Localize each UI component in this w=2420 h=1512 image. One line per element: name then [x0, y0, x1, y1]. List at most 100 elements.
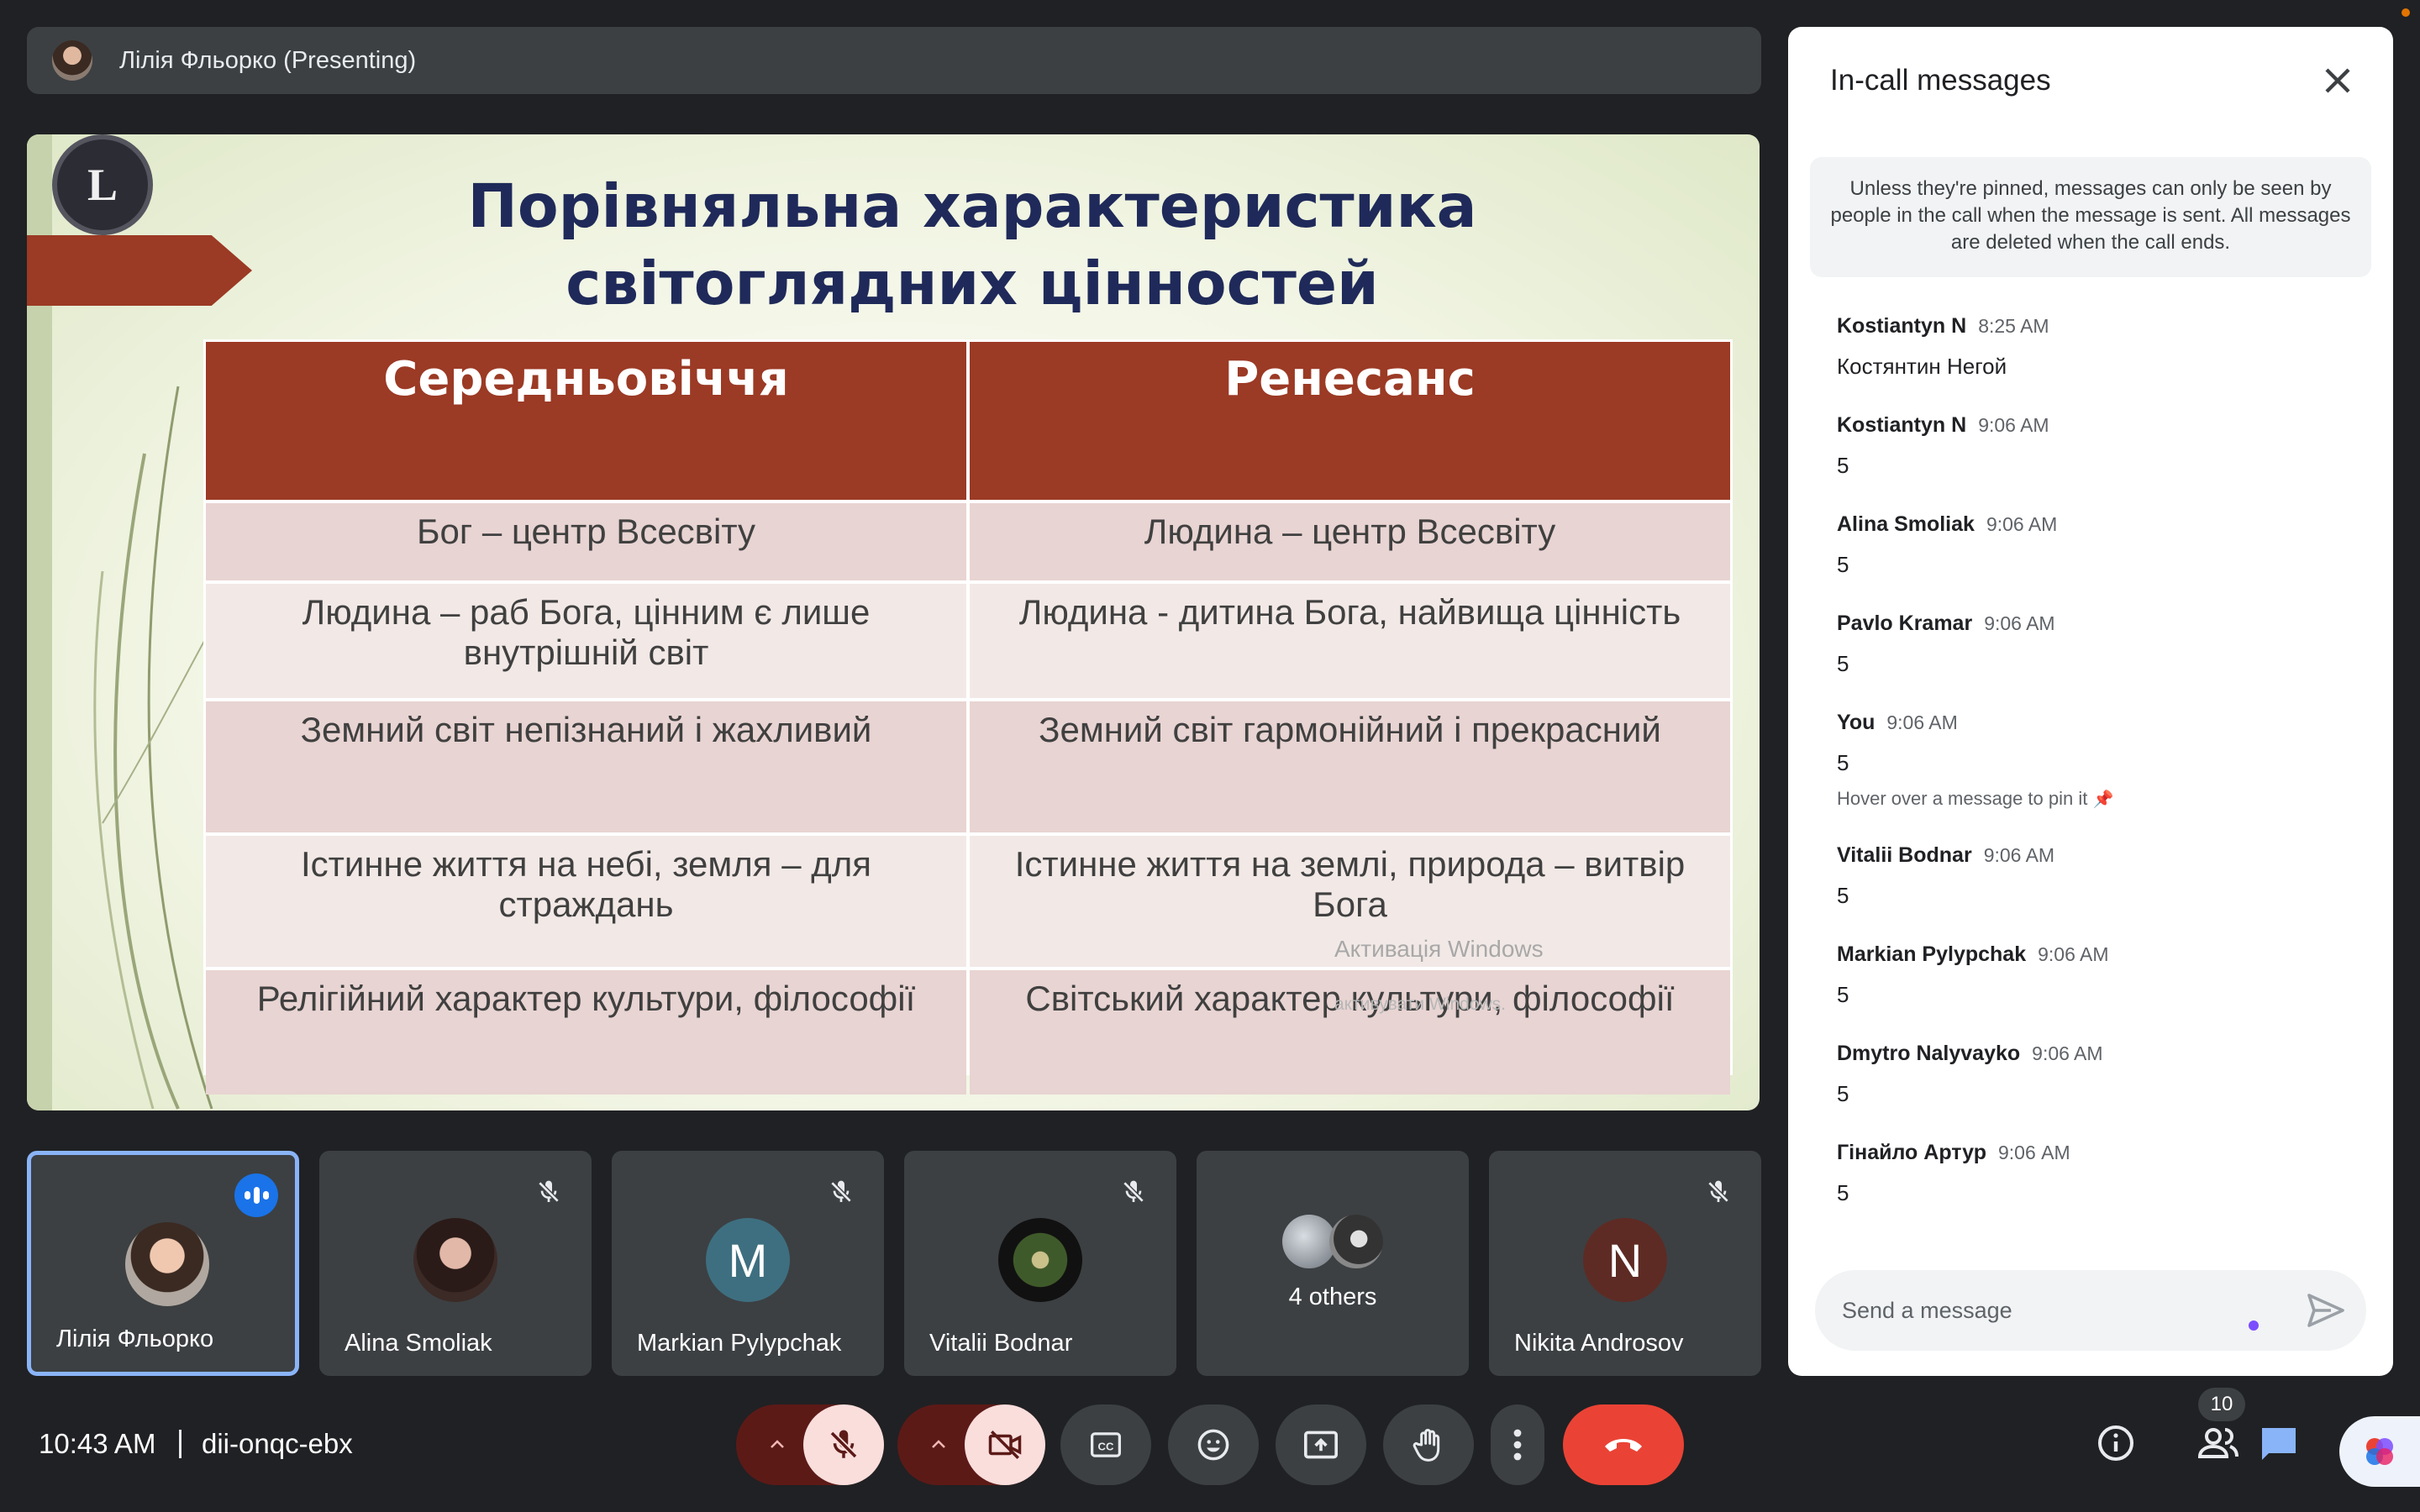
speaking-indicator-icon: [234, 1173, 278, 1217]
chat-message[interactable]: Alina Smoliak 9:06 AM 5: [1837, 512, 2057, 578]
mic-off-icon[interactable]: [803, 1404, 884, 1485]
message-time: 9:06 AM: [1983, 844, 2055, 866]
meeting-info-button[interactable]: [2096, 1423, 2136, 1467]
camera-control[interactable]: [897, 1404, 1045, 1485]
people-button[interactable]: [2196, 1423, 2240, 1467]
message-text: 5: [1837, 982, 1849, 1007]
info-icon: [2098, 1425, 2133, 1461]
end-call-icon: [1605, 1439, 1642, 1452]
table-cell: Світський характер культури, філософії: [970, 970, 1730, 1095]
chat-message[interactable]: Kostiantyn N 9:06 AM 5: [1837, 413, 2049, 479]
participant-tile[interactable]: Лілія Фльорко: [27, 1151, 299, 1376]
message-text: 5: [1837, 552, 1849, 577]
people-icon: [2197, 1428, 2238, 1458]
participant-tile[interactable]: Vitalii Bodnar: [904, 1151, 1176, 1376]
message-time: 8:25 AM: [1978, 315, 2049, 337]
others-label: 4 others: [1288, 1284, 1377, 1310]
captions-button[interactable]: CC: [1060, 1404, 1151, 1485]
participant-tile-others[interactable]: 4 others: [1197, 1151, 1469, 1376]
message-sender: You: [1837, 711, 1876, 734]
participant-tile[interactable]: M Markian Pylypchak: [612, 1151, 884, 1376]
comparison-table: Середньовіччя Ренесанс Бог – центр Всесв…: [203, 339, 1733, 1095]
message-text: 5: [1837, 1180, 1849, 1205]
meeting-code: dii-onqc-ebx: [202, 1428, 353, 1459]
pin-hint: Hover over a message to pin it: [1837, 788, 2088, 809]
people-count-badge: 10: [2198, 1388, 2245, 1421]
chat-button[interactable]: [2259, 1425, 2299, 1467]
raise-hand-button[interactable]: [1383, 1404, 1474, 1485]
participant-name: Лілія Фльорко: [56, 1326, 214, 1352]
table-cell: Людина – раб Бога, цінним є лише внутріш…: [206, 584, 966, 698]
message-sender: Kostiantyn N: [1837, 314, 1967, 338]
chevron-up-icon[interactable]: [766, 1435, 788, 1459]
chevron-up-icon[interactable]: [928, 1435, 950, 1459]
avatar: M: [706, 1218, 790, 1302]
participant-name: Markian Pylypchak: [637, 1330, 842, 1357]
message-sender: Dmytro Nalyvayko: [1837, 1042, 2021, 1065]
avatar: N: [1583, 1218, 1667, 1302]
present-icon: [1304, 1431, 1338, 1459]
table-cell: Бог – центр Всесвіту: [206, 503, 966, 580]
chat-message[interactable]: Vitalii Bodnar 9:06 AM 5: [1837, 843, 2054, 909]
mic-off-icon: [820, 1171, 862, 1213]
message-time: 9:06 AM: [1986, 513, 2058, 535]
camera-off-icon[interactable]: [965, 1404, 1045, 1485]
table-cell: Релігійний характер культури, філософії: [206, 970, 966, 1095]
presenter-bar[interactable]: Лілія Фльорко (Presenting): [27, 27, 1761, 94]
table-cell: Істинне життя на небі, земля – для страж…: [206, 836, 966, 967]
recording-indicator: [2402, 8, 2410, 17]
slide-title-line1: Порівняльна характеристика: [467, 171, 1477, 241]
chat-message[interactable]: Kostiantyn N 8:25 AM Костянтин Негой: [1837, 314, 2049, 380]
avatar: [413, 1218, 497, 1302]
message-sender: Vitalii Bodnar: [1837, 843, 1972, 867]
mic-control[interactable]: [736, 1404, 884, 1485]
leave-call-button[interactable]: [1563, 1404, 1684, 1485]
presentation-slide: L Порівняльна характеристика світоглядни…: [27, 134, 1760, 1110]
captions-icon: CC: [1091, 1432, 1121, 1457]
emoji-button[interactable]: [1168, 1404, 1259, 1485]
emoji-icon: [1197, 1429, 1229, 1461]
participant-tile[interactable]: Alina Smoliak: [319, 1151, 592, 1376]
message-time: 9:06 AM: [1886, 711, 1958, 733]
message-text: 5: [1837, 453, 1849, 478]
clock: 10:43 AM: [39, 1428, 156, 1459]
chat-message[interactable]: Pavlo Kramar 9:06 AM 5: [1837, 612, 2055, 677]
more-options-button[interactable]: [1491, 1404, 1544, 1485]
windows-watermark: Активація Windows: [1334, 936, 1544, 962]
chat-title: In-call messages: [1830, 64, 2051, 97]
message-sender: Гінайло Артур: [1837, 1141, 1986, 1164]
activities-icon: [2366, 1438, 2393, 1465]
participant-tile[interactable]: N Nikita Androsov: [1489, 1151, 1761, 1376]
message-text: 5: [1837, 750, 1849, 775]
present-button[interactable]: [1276, 1404, 1366, 1485]
chat-message[interactable]: Dmytro Nalyvayko 9:06 AM 5: [1837, 1042, 2103, 1107]
close-icon[interactable]: [2316, 59, 2360, 102]
chat-message[interactable]: Гінайло Артур 9:06 AM 5: [1837, 1141, 2070, 1206]
message-time: 9:06 AM: [2038, 943, 2109, 965]
chat-notice: Unless they're pinned, messages can only…: [1810, 157, 2371, 277]
table-cell: Земний світ гармонійний і прекрасний: [970, 701, 1730, 832]
in-call-messages-panel: In-call messages Unless they're pinned, …: [1788, 27, 2393, 1376]
message-time: 9:06 AM: [1984, 612, 2055, 634]
message-sender: Kostiantyn N: [1837, 413, 1967, 437]
message-time: 9:06 AM: [1997, 1142, 2070, 1163]
message-text: 5: [1837, 1081, 1849, 1106]
message-text: 5: [1837, 651, 1849, 676]
message-sender: Markian Pylypchak: [1837, 942, 2027, 966]
mic-off-icon: [1113, 1171, 1155, 1213]
message-input[interactable]: Send a message: [1815, 1270, 2366, 1351]
divider: [179, 1430, 182, 1458]
message-text: 5: [1837, 883, 1849, 908]
chat-message[interactable]: You 9:06 AM 5 Hover over a message to pin i…: [1837, 711, 2113, 810]
input-indicator: [2249, 1320, 2259, 1331]
chat-message[interactable]: Markian Pylypchak 9:06 AM 5: [1837, 942, 2109, 1008]
send-icon[interactable]: [2306, 1292, 2346, 1329]
slide-title-line2: світоглядних цінностей: [566, 249, 1379, 318]
slide-logo: L: [52, 134, 153, 235]
pin-icon[interactable]: 📌: [2093, 790, 2114, 809]
activities-button[interactable]: [2339, 1416, 2420, 1487]
presenter-label: Лілія Фльорко (Presenting): [119, 46, 417, 74]
participant-name: Nikita Androsov: [1514, 1330, 1684, 1357]
participant-name: Vitalii Bodnar: [929, 1330, 1073, 1357]
slide-title: Порівняльна характеристика світоглядних …: [195, 168, 1749, 323]
